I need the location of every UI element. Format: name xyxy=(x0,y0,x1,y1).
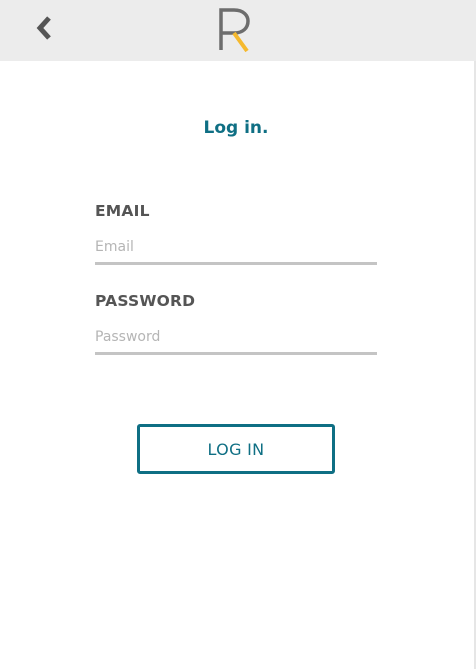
login-screen: Log in. EMAIL PASSWORD LOG IN xyxy=(0,0,476,669)
back-button[interactable] xyxy=(30,10,60,46)
app-header xyxy=(0,0,476,61)
email-field[interactable] xyxy=(95,232,377,265)
r-logo-icon xyxy=(214,4,260,56)
password-label: PASSWORD xyxy=(95,292,196,310)
page-title: Log in. xyxy=(203,118,269,138)
chevron-left-icon xyxy=(36,16,51,40)
password-field[interactable] xyxy=(95,322,377,355)
email-label: EMAIL xyxy=(95,202,150,220)
login-button[interactable]: LOG IN xyxy=(137,424,335,474)
